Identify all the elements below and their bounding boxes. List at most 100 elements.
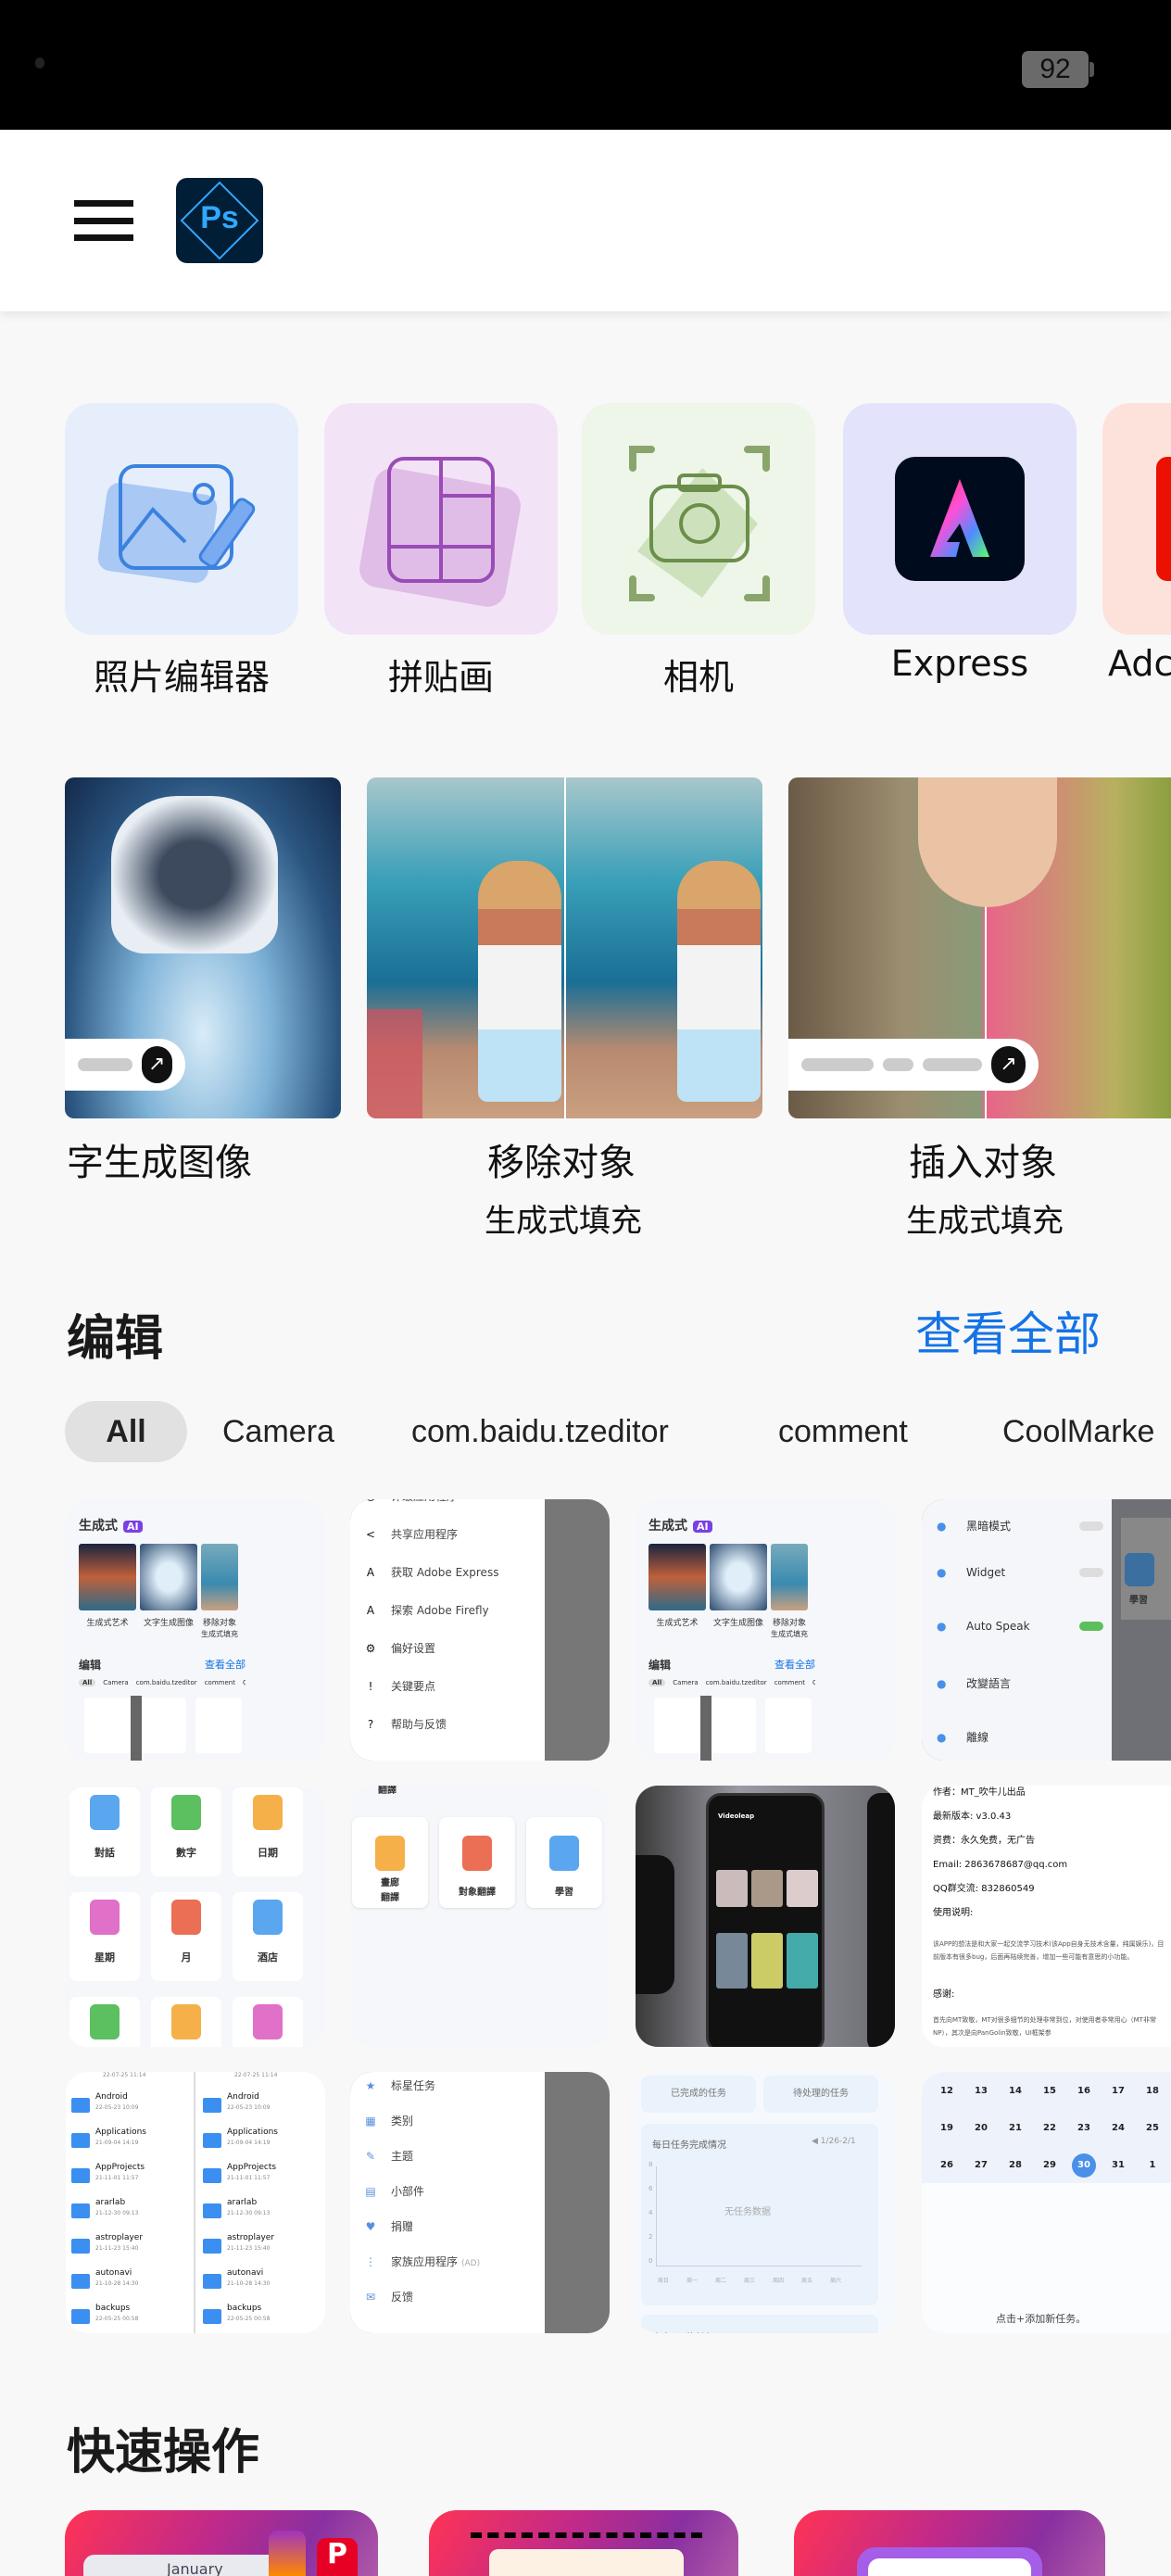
file-name[interactable]: Applications xyxy=(95,2128,146,2137)
calendar-day[interactable]: 20 xyxy=(969,2116,993,2140)
calendar-day[interactable]: 1 xyxy=(1140,2153,1165,2178)
calendar-day[interactable]: 24 xyxy=(1106,2116,1130,2140)
chip-baidu[interactable]: com.baidu.tzeditor xyxy=(411,1401,669,1462)
file-name[interactable]: AppProjects xyxy=(95,2163,145,2172)
tool-express[interactable] xyxy=(843,403,1077,635)
calendar-day[interactable]: 17 xyxy=(1106,2079,1130,2103)
drawer-item[interactable]: ✉ 反馈 xyxy=(363,2289,413,2305)
date-range[interactable]: ◀ 1/26-2/1 xyxy=(812,2137,856,2146)
toggle-switch[interactable] xyxy=(1079,1568,1103,1577)
calendar-day[interactable]: 18 xyxy=(1140,2079,1165,2103)
thumb-task-stats[interactable]: 已完成的任务 待处理的任务 每日任务完成情况 ◀ 1/26-2/1 8 6 4 2 0 无任务数据… xyxy=(636,2072,895,2333)
tool-collage[interactable] xyxy=(324,403,558,635)
drawer-item[interactable]: ! 关键要点 xyxy=(363,1678,435,1694)
chip-camera[interactable]: Camera xyxy=(222,1401,334,1462)
quick-action-social[interactable]: January P xyxy=(65,2510,378,2576)
toggle-switch[interactable] xyxy=(1079,1622,1103,1631)
tool-camera[interactable] xyxy=(582,403,815,635)
file-name[interactable]: backups xyxy=(95,2304,130,2313)
thumb-task-menu[interactable]: ★ 标星任务 ▦ 类别 ✎ 主题 ▤ 小部件 ♥ 捐赠 ⋮ 家族应用程序 (AD) ✉ 反馈 xyxy=(350,2072,610,2333)
thumb-generative-preview[interactable]: 生成式 AI 生成式艺术 文字生成图像 移除对象 生成式填充 编辑 查看全部 All Camera… xyxy=(66,1499,325,1761)
thumb-file-manager[interactable]: 22-07-25 11:14 Android 22-05-23 10:09 Appli… xyxy=(66,2072,325,2333)
settings-item[interactable]: ● Auto Speak xyxy=(937,1620,1103,1633)
settings-item[interactable]: ● Widget xyxy=(937,1566,1103,1579)
phrase-category-tile[interactable]: 月 xyxy=(151,1892,221,1981)
thumb-phrase-grid[interactable]: 對話 數字 日期星期 月 酒店車跡象運輸 xyxy=(66,1786,325,2047)
phrase-category-tile[interactable]: 日期 xyxy=(233,1787,303,1876)
calendar-day[interactable]: 29 xyxy=(1038,2153,1062,2178)
file-name[interactable]: AppProjects xyxy=(227,2163,276,2172)
drawer-item[interactable]: ⚙ 偏好设置 xyxy=(363,1640,435,1656)
thumb-about[interactable]: 作者：MT_吹牛儿出品 最新版本: v3.0.43 资费：永久免费，无广告 Email… xyxy=(922,1786,1171,2047)
file-name[interactable]: backups xyxy=(227,2304,261,2313)
translate-tile[interactable]: 畫廊翻譯 xyxy=(352,1817,428,1908)
calendar-day[interactable]: 14 xyxy=(1003,2079,1027,2103)
drawer-item[interactable]: < 共享应用程序 xyxy=(363,1526,458,1542)
thumb-calendar[interactable]: 12 13 14 15 16 17 18 19 20 21 22 23 24 25 26 27 28 29 30 31… xyxy=(922,2072,1171,2333)
drawer-item[interactable]: ▤ 小部件 xyxy=(363,2183,424,2199)
thumb-translate-grid[interactable]: 翻譯 畫廊翻譯 對象翻譯 學習 xyxy=(350,1786,610,2047)
calendar-day[interactable]: 23 xyxy=(1072,2116,1096,2140)
settings-item[interactable]: ● 黑暗模式 xyxy=(937,1518,1103,1534)
translate-tile[interactable]: 學習 xyxy=(526,1817,602,1908)
pending-tasks-tab[interactable]: 待处理的任务 xyxy=(763,2076,878,2113)
drawer-item[interactable]: A 获取 Adobe Express xyxy=(363,1564,499,1580)
file-name[interactable]: Android xyxy=(95,2092,128,2102)
tool-adobe-app[interactable] xyxy=(1102,403,1171,635)
phrase-category-tile[interactable]: 星期 xyxy=(69,1892,140,1981)
drawer-item[interactable]: ? 帮助与反馈 xyxy=(363,1716,447,1732)
calendar-day[interactable]: 30 xyxy=(1072,2153,1096,2178)
thumb-videoleap[interactable]: Videoleap xyxy=(636,1786,895,2047)
calendar-day[interactable]: 16 xyxy=(1072,2079,1096,2103)
file-name[interactable]: autonavi xyxy=(227,2268,263,2278)
drawer-item[interactable]: ✎ 主题 xyxy=(363,2148,413,2164)
thumb-settings[interactable]: ●黑暗模式●Widget●Auto Speak●改變語言●離線●聯繫我們學習 xyxy=(922,1499,1171,1761)
tool-photo-editor[interactable] xyxy=(65,403,298,635)
calendar-day[interactable]: 28 xyxy=(1003,2153,1027,2178)
phrase-category-tile[interactable]: 數字 xyxy=(151,1787,221,1876)
completed-tasks-tab[interactable]: 已完成的任务 xyxy=(641,2076,756,2113)
drawer-item[interactable]: ⋮ 家族应用程序 (AD) xyxy=(363,2254,480,2269)
quick-action-qr[interactable] xyxy=(794,2510,1105,2576)
settings-item[interactable]: ● 改變語言 xyxy=(937,1675,1103,1691)
drawer-item[interactable]: ▦ 类别 xyxy=(363,2113,413,2128)
calendar-day[interactable]: 12 xyxy=(935,2079,959,2103)
file-name[interactable]: Android xyxy=(227,2092,259,2102)
drawer-item[interactable]: ★ 标星任务 xyxy=(363,2077,435,2093)
phrase-category-tile[interactable]: 跡象 xyxy=(151,1997,221,2047)
phrase-category-tile[interactable]: 對話 xyxy=(69,1787,140,1876)
calendar-day[interactable]: 27 xyxy=(969,2153,993,2178)
hamburger-menu-icon[interactable] xyxy=(74,200,133,241)
file-name[interactable]: Applications xyxy=(227,2128,278,2137)
feature-insert-object[interactable]: ↗ xyxy=(788,777,1171,1118)
quick-action-crop[interactable] xyxy=(429,2510,738,2576)
file-name[interactable]: astroplayer xyxy=(95,2233,143,2242)
file-name[interactable]: autonavi xyxy=(95,2268,132,2278)
drawer-item[interactable]: A 探索 Adobe Firefly xyxy=(363,1602,489,1618)
drawer-item[interactable]: ♥ 捐赠 xyxy=(363,2218,413,2234)
calendar-day[interactable]: 15 xyxy=(1038,2079,1062,2103)
calendar-day[interactable]: 22 xyxy=(1038,2116,1062,2140)
calendar-day[interactable]: 19 xyxy=(935,2116,959,2140)
chip-all[interactable]: All xyxy=(65,1401,187,1462)
phrase-category-tile[interactable]: 車 xyxy=(69,1997,140,2047)
calendar-day[interactable]: 26 xyxy=(935,2153,959,2178)
phrase-category-tile[interactable]: 運輸 xyxy=(233,1997,303,2047)
thumb-generative-preview[interactable]: 生成式 AI 生成式艺术 文字生成图像 移除对象 生成式填充 编辑 查看全部 All Camera… xyxy=(636,1499,895,1761)
settings-item[interactable]: ● 離線 xyxy=(937,1729,1103,1745)
file-name[interactable]: astroplayer xyxy=(227,2233,274,2242)
toggle-switch[interactable] xyxy=(1079,1521,1103,1531)
view-all-link[interactable]: 查看全部 xyxy=(915,1297,1101,1364)
chip-coolmarket[interactable]: CoolMarke xyxy=(1002,1401,1154,1462)
calendar-day[interactable]: 31 xyxy=(1106,2153,1130,2178)
phrase-category-tile[interactable]: 酒店 xyxy=(233,1892,303,1981)
thumb-drawer-menu[interactable]: ☺ 评级应用程序 < 共享应用程序 A 获取 Adobe Express A 探索 Adobe… xyxy=(350,1499,610,1761)
calendar-day[interactable]: 13 xyxy=(969,2079,993,2103)
drawer-item[interactable]: ☺ 评级应用程序 xyxy=(363,1499,458,1504)
file-name[interactable]: ararlab xyxy=(95,2198,125,2207)
chip-comment[interactable]: comment xyxy=(778,1401,908,1462)
translate-tile[interactable]: 對象翻譯 xyxy=(439,1817,515,1908)
calendar-day[interactable]: 21 xyxy=(1003,2116,1027,2140)
calendar-day[interactable]: 25 xyxy=(1140,2116,1165,2140)
file-name[interactable]: ararlab xyxy=(227,2198,257,2207)
